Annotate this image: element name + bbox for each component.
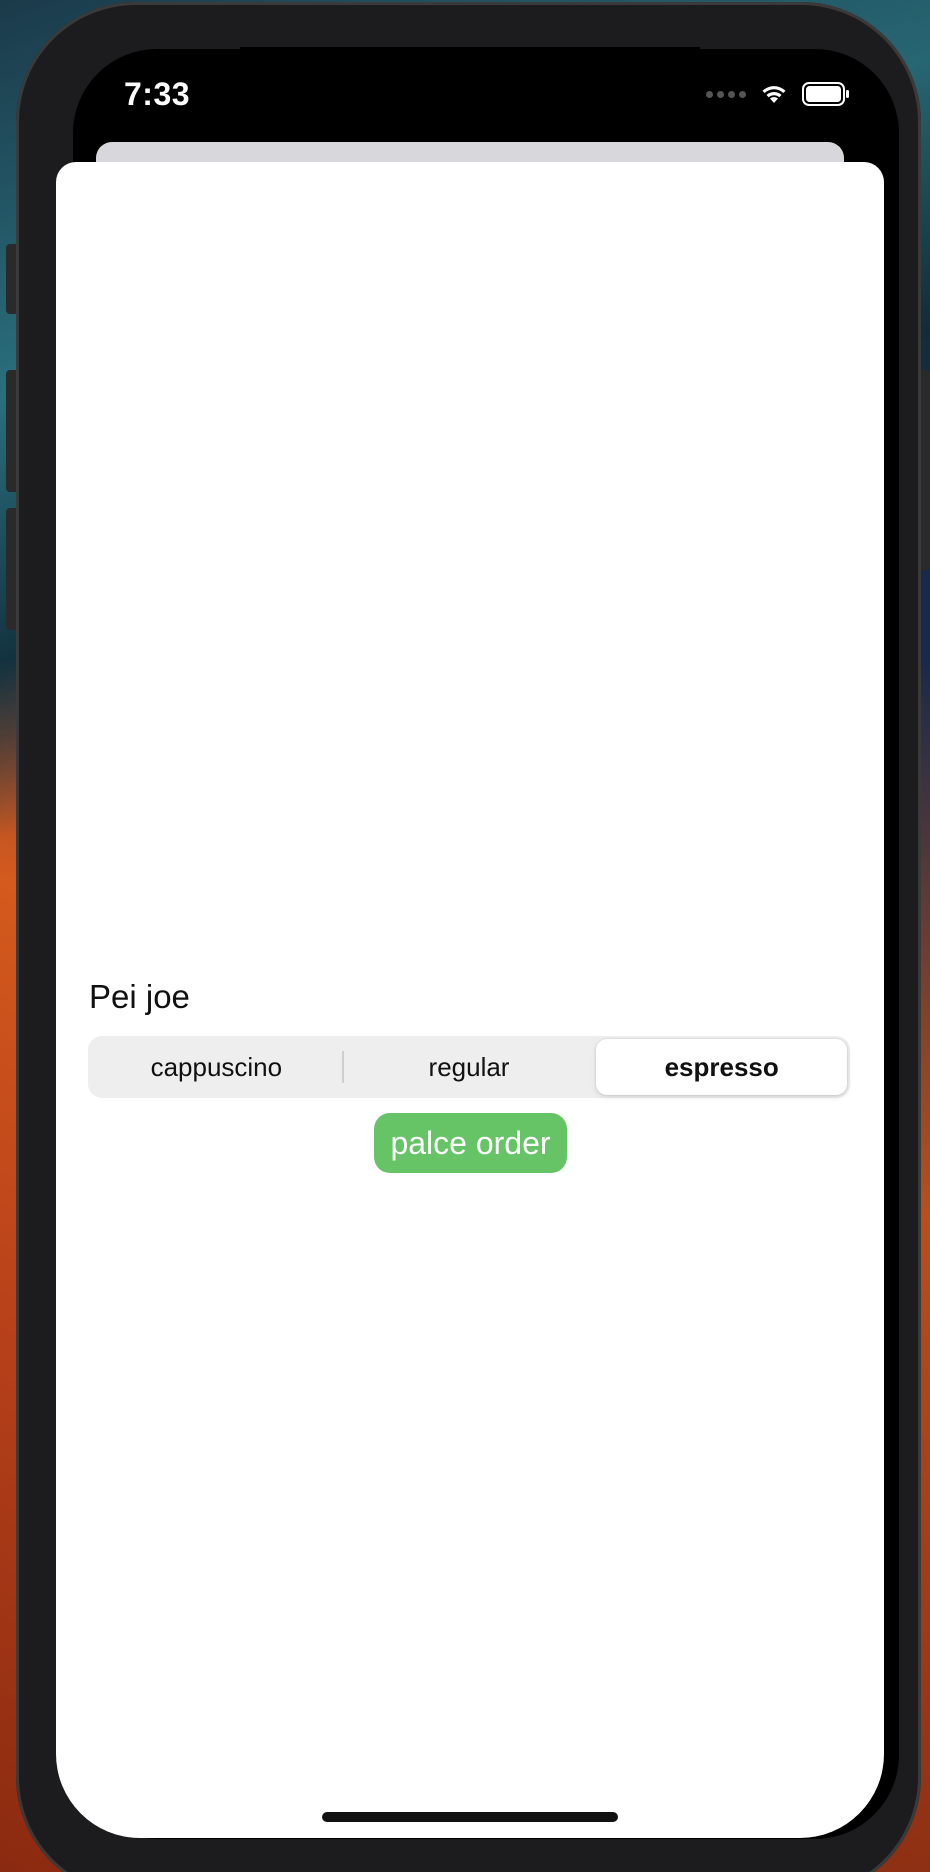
segment-regular[interactable]: regular <box>344 1039 595 1095</box>
segment-espresso[interactable]: espresso <box>596 1039 848 1095</box>
cellular-signal-icon <box>706 90 746 98</box>
wifi-icon <box>762 86 786 103</box>
coffee-type-segmented-control[interactable]: cappuscino regular espresso <box>88 1036 850 1098</box>
status-icons <box>706 82 850 106</box>
segment-cappuscino[interactable]: cappuscino <box>91 1039 342 1095</box>
notch <box>240 47 700 113</box>
battery-icon <box>802 82 849 106</box>
home-indicator <box>322 1812 618 1822</box>
customer-name-label: Pei joe <box>89 978 190 1015</box>
status-time: 7:33 <box>124 76 191 112</box>
place-order-button[interactable]: palce order <box>374 1113 567 1173</box>
